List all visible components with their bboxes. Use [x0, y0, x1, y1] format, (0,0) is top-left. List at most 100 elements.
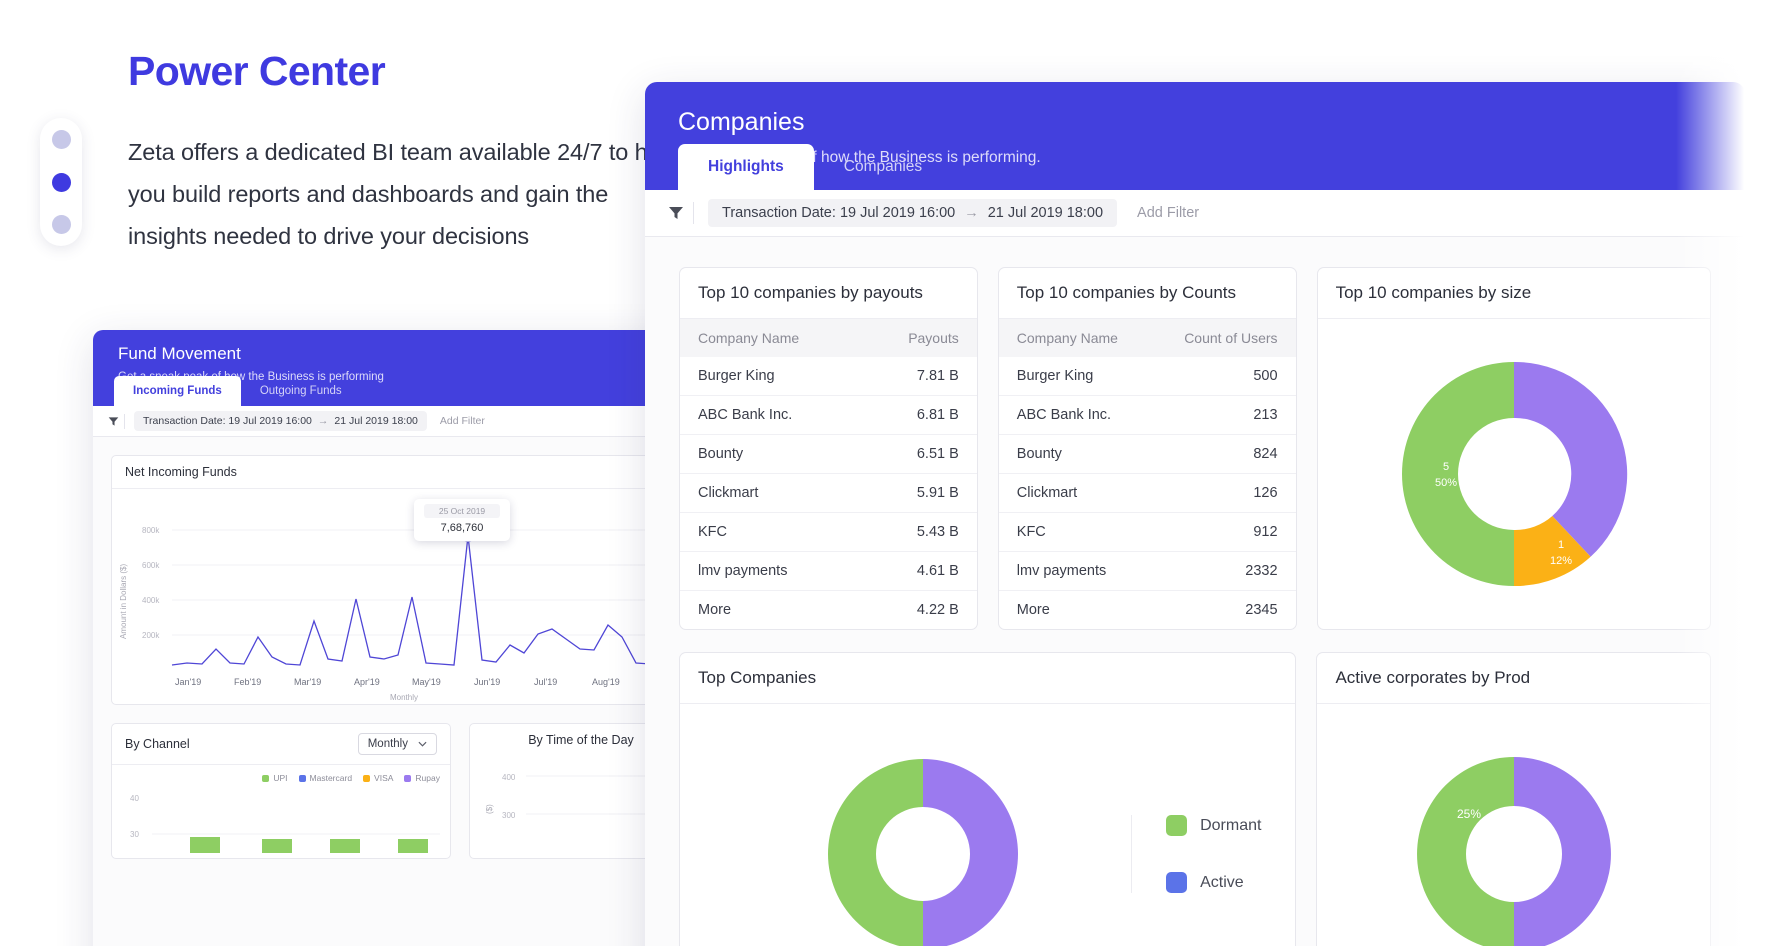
svg-text:Jun'19: Jun'19 — [474, 677, 500, 687]
svg-text:Aug'19: Aug'19 — [592, 677, 620, 687]
card-top-companies-by-counts: Top 10 companies by Counts Company Name … — [997, 267, 1297, 630]
table-row[interactable]: More 4.22 B — [680, 591, 977, 630]
table-row[interactable]: Burger King 500 — [998, 357, 1296, 396]
cell-company: Clickmart — [998, 473, 1152, 513]
x-axis-title: Monthly — [390, 693, 418, 702]
svg-text:Jul'19: Jul'19 — [534, 677, 557, 687]
donut-label-green-value: 5 — [1443, 461, 1449, 473]
legend-item-dormant: Dormant — [1166, 815, 1261, 836]
companies-add-filter-button[interactable]: Add Filter — [1137, 205, 1199, 221]
cell-company: Burger King — [680, 357, 862, 396]
carousel-dot-3[interactable] — [51, 215, 71, 234]
table-row[interactable]: lmv payments 2332 — [998, 551, 1296, 591]
svg-text:600k: 600k — [142, 561, 160, 570]
fund-panel-tabs: Incoming Funds Outgoing Funds — [114, 376, 361, 406]
svg-text:200k: 200k — [142, 631, 160, 640]
donut-label-green-pct: 50% — [1435, 477, 1457, 489]
table-row[interactable]: ABC Bank Inc. 6.81 B — [680, 395, 977, 435]
tab-outgoing-funds[interactable]: Outgoing Funds — [241, 376, 361, 406]
table-row[interactable]: ABC Bank Inc. 213 — [998, 395, 1296, 435]
fund-date-filter-chip[interactable]: Transaction Date: 19 Jul 2019 16:00 → 21… — [134, 411, 427, 431]
col-company-name: Company Name — [998, 319, 1152, 357]
tab-highlights[interactable]: Highlights — [678, 144, 814, 190]
companies-filter-from: Transaction Date: 19 Jul 2019 16:00 — [722, 205, 956, 221]
table-row[interactable]: KFC 5.43 B — [680, 512, 977, 552]
legend-label-active: Active — [1200, 873, 1244, 891]
cell-value: 824 — [1151, 434, 1296, 474]
card-title-size: Top 10 companies by size — [1317, 268, 1710, 319]
col-payouts: Payouts — [861, 319, 977, 357]
y-axis-title: Amount in Dollars ($) — [119, 564, 128, 639]
legend-swatch-dormant — [1166, 815, 1188, 836]
cell-value: 7.81 B — [861, 357, 977, 396]
by-channel-period-select[interactable]: Monthly — [357, 733, 437, 755]
card-title-top-companies: Top Companies — [680, 653, 1296, 704]
carousel-dots[interactable] — [40, 118, 82, 246]
svg-text:400k: 400k — [142, 596, 160, 605]
top-companies-legend: Dormant Active — [1131, 815, 1261, 893]
donut-slice-active[interactable] — [922, 759, 1018, 946]
legend-label-dormant: Dormant — [1200, 816, 1262, 834]
highlights-row-1: Top 10 companies by payouts Company Name… — [679, 267, 1711, 630]
cell-value: 6.81 B — [861, 395, 977, 435]
table-row[interactable]: More 2345 — [999, 591, 1296, 630]
svg-text:800k: 800k — [142, 526, 160, 535]
chart-tooltip: 25 Oct 2019 7,68,760 — [414, 499, 510, 541]
donut-slice-green[interactable] — [1416, 757, 1514, 946]
companies-filter-bar: Transaction Date: 19 Jul 2019 16:00 → 21… — [645, 190, 1745, 237]
table-row[interactable]: lmv payments 4.61 B — [680, 551, 977, 591]
by-channel-header: By Channel Monthly — [112, 724, 450, 765]
carousel-dot-2[interactable] — [51, 172, 71, 192]
cell-value: 4.61 B — [861, 551, 977, 591]
table-row[interactable]: KFC 912 — [998, 512, 1296, 552]
table-row[interactable]: Clickmart 126 — [998, 473, 1296, 513]
by-time-y-axis-title: ($) — [485, 804, 494, 814]
hero-section: Power Center Zeta offers a dedicated BI … — [128, 48, 688, 257]
fund-filter-bar: Transaction Date: 19 Jul 2019 16:00 → 21… — [93, 406, 713, 437]
by-channel-ytick-30: 30 — [130, 830, 139, 839]
active-corporates-donut-chart: 25% — [1416, 757, 1611, 946]
col-count-of-users: Count of Users — [1151, 319, 1296, 357]
tab-companies[interactable]: Companies — [814, 144, 952, 190]
donut-slice-purple[interactable] — [1513, 361, 1627, 557]
companies-date-filter-chip[interactable]: Transaction Date: 19 Jul 2019 16:00 → 21… — [708, 199, 1118, 227]
by-channel-chart: 40 30 — [130, 794, 440, 853]
card-top-companies: Top Companies Dormant Active — [679, 652, 1297, 946]
by-channel-legend: UPI Mastercard VISA Rupay — [122, 773, 440, 783]
companies-filter-arrow-icon: → — [964, 205, 979, 221]
table-row[interactable]: Bounty 6.51 B — [680, 434, 977, 474]
net-incoming-funds-chart: Amount in Dollars ($) 800k 600k 400k 200… — [119, 526, 693, 702]
donut-slice-purple[interactable] — [1513, 757, 1611, 946]
legend-item-visa: VISA — [363, 773, 393, 783]
by-channel-card: By Channel Monthly UPI Mastercard VISA R… — [111, 723, 451, 859]
fund-filter-from: Transaction Date: 19 Jul 2019 16:00 — [143, 415, 312, 427]
legend-item-mastercard: Mastercard — [298, 773, 352, 783]
carousel-dot-1[interactable] — [51, 130, 71, 149]
donut-slice-green[interactable] — [1401, 362, 1514, 586]
net-incoming-funds-card: Net Incoming Funds Amount in Dollars ($)… — [111, 455, 695, 705]
cell-value: 5.43 B — [861, 512, 977, 552]
card-top-companies-by-payouts: Top 10 companies by payouts Company Name… — [679, 267, 978, 630]
legend-item-upi: UPI — [262, 773, 288, 783]
filter-icon[interactable] — [102, 416, 124, 427]
svg-text:Apr'19: Apr'19 — [354, 677, 380, 687]
table-row[interactable]: Clickmart 5.91 B — [680, 473, 977, 513]
cell-company: More — [698, 602, 732, 618]
tooltip-value: 7,68,760 — [440, 522, 484, 534]
net-incoming-funds-title: Net Incoming Funds — [125, 465, 237, 479]
fund-panel-header: Fund Movement Get a sneak peak of how th… — [93, 330, 713, 406]
filter-icon[interactable] — [659, 205, 693, 221]
cell-value: 6.51 B — [861, 434, 977, 474]
donut-slice-dormant[interactable] — [827, 759, 923, 946]
legend-item-rupay: Rupay — [404, 773, 440, 783]
table-row[interactable]: Burger King 7.81 B — [680, 357, 977, 396]
cell-value: 912 — [1151, 512, 1296, 552]
table-row[interactable]: Bounty 824 — [998, 434, 1296, 474]
cell-value: 5.91 B — [861, 473, 977, 513]
tab-incoming-funds[interactable]: Incoming Funds — [114, 376, 241, 406]
filter-divider — [124, 413, 125, 429]
fund-add-filter-button[interactable]: Add Filter — [440, 415, 485, 427]
highlights-row-2: Top Companies Dormant Active Active corp… — [679, 652, 1711, 946]
card-title-payouts: Top 10 companies by payouts — [680, 268, 977, 319]
cell-company: lmv payments — [680, 551, 862, 591]
